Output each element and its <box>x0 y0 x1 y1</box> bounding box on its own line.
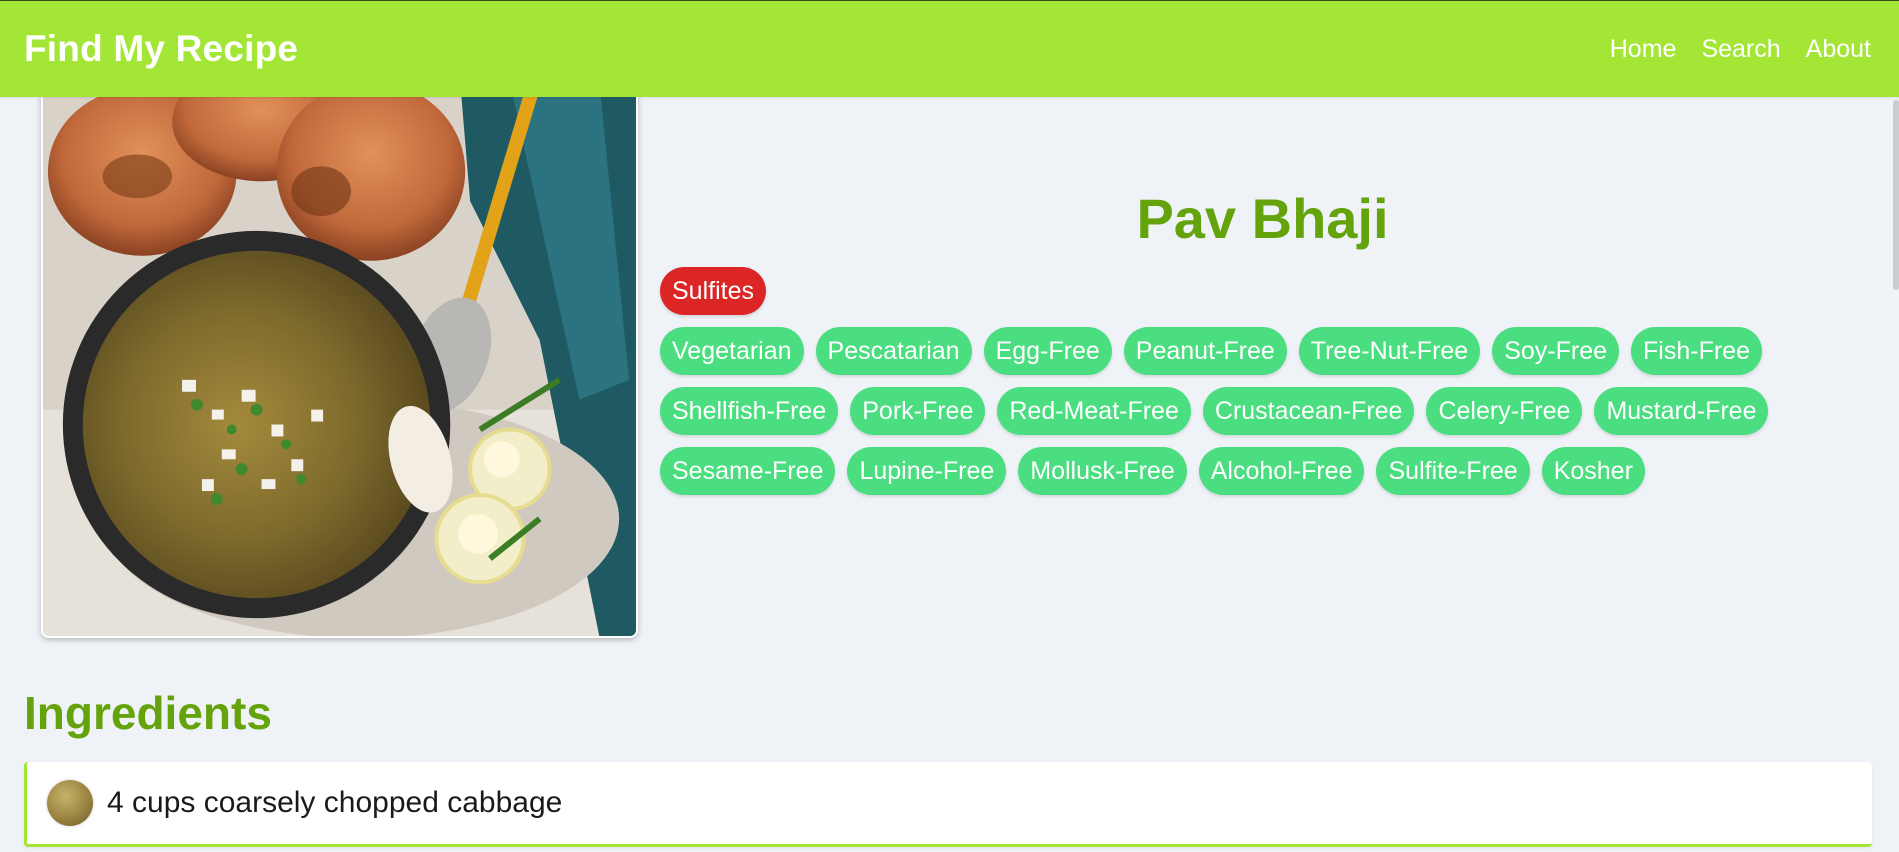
ingredient-item: 4 cups coarsely chopped cabbage <box>24 762 1872 847</box>
health-label-tag: Crustacean-Free <box>1202 387 1415 435</box>
page-scrollbar[interactable] <box>1893 100 1899 290</box>
nav-links: Home Search About <box>1610 35 1871 64</box>
health-label-tag: Celery-Free <box>1426 387 1583 435</box>
ingredient-thumbnail <box>47 780 93 826</box>
health-label-tag: Tree-Nut-Free <box>1298 327 1481 375</box>
health-label-tag: Alcohol-Free <box>1198 447 1365 495</box>
warning-tags: Sulfites <box>660 267 766 315</box>
health-label-tag: Fish-Free <box>1631 327 1762 375</box>
ingredients-heading: Ingredients <box>24 687 272 739</box>
health-label-tag: Peanut-Free <box>1123 327 1287 375</box>
health-label-tag: Sulfite-Free <box>1376 447 1530 495</box>
ingredient-text: 4 cups coarsely chopped cabbage <box>107 786 563 819</box>
health-label-tag: Soy-Free <box>1492 327 1620 375</box>
health-label-tag: Egg-Free <box>983 327 1112 375</box>
health-label-tag: Mollusk-Free <box>1018 447 1187 495</box>
site-brand[interactable]: Find My Recipe <box>24 28 298 70</box>
health-label-tag: Vegetarian <box>660 327 804 375</box>
health-label-tag: Mustard-Free <box>1594 387 1769 435</box>
health-labels-row-3: Sesame-Free Lupine-Free Mollusk-Free Alc… <box>660 447 1645 495</box>
health-label-tag: Sesame-Free <box>660 447 836 495</box>
warning-tag: Sulfites <box>660 267 766 315</box>
health-labels-row-2: Shellfish-Free Pork-Free Red-Meat-Free C… <box>660 387 1769 435</box>
health-labels-row-1: Vegetarian Pescatarian Egg-Free Peanut-F… <box>660 327 1762 375</box>
recipe-image <box>41 80 638 638</box>
health-label-tag: Shellfish-Free <box>660 387 839 435</box>
recipe-title: Pav Bhaji <box>1136 187 1389 250</box>
health-label-tag: Pork-Free <box>850 387 986 435</box>
health-label-tag: Red-Meat-Free <box>997 387 1191 435</box>
nav-link-home[interactable]: Home <box>1610 35 1677 64</box>
nav-link-about[interactable]: About <box>1806 35 1871 64</box>
health-label-tag: Pescatarian <box>815 327 972 375</box>
health-label-tag: Kosher <box>1541 447 1645 495</box>
top-navbar: Find My Recipe Home Search About <box>0 0 1899 97</box>
pav-bhaji-photo <box>43 82 636 636</box>
health-label-tag: Lupine-Free <box>847 447 1007 495</box>
nav-link-search[interactable]: Search <box>1701 35 1780 64</box>
